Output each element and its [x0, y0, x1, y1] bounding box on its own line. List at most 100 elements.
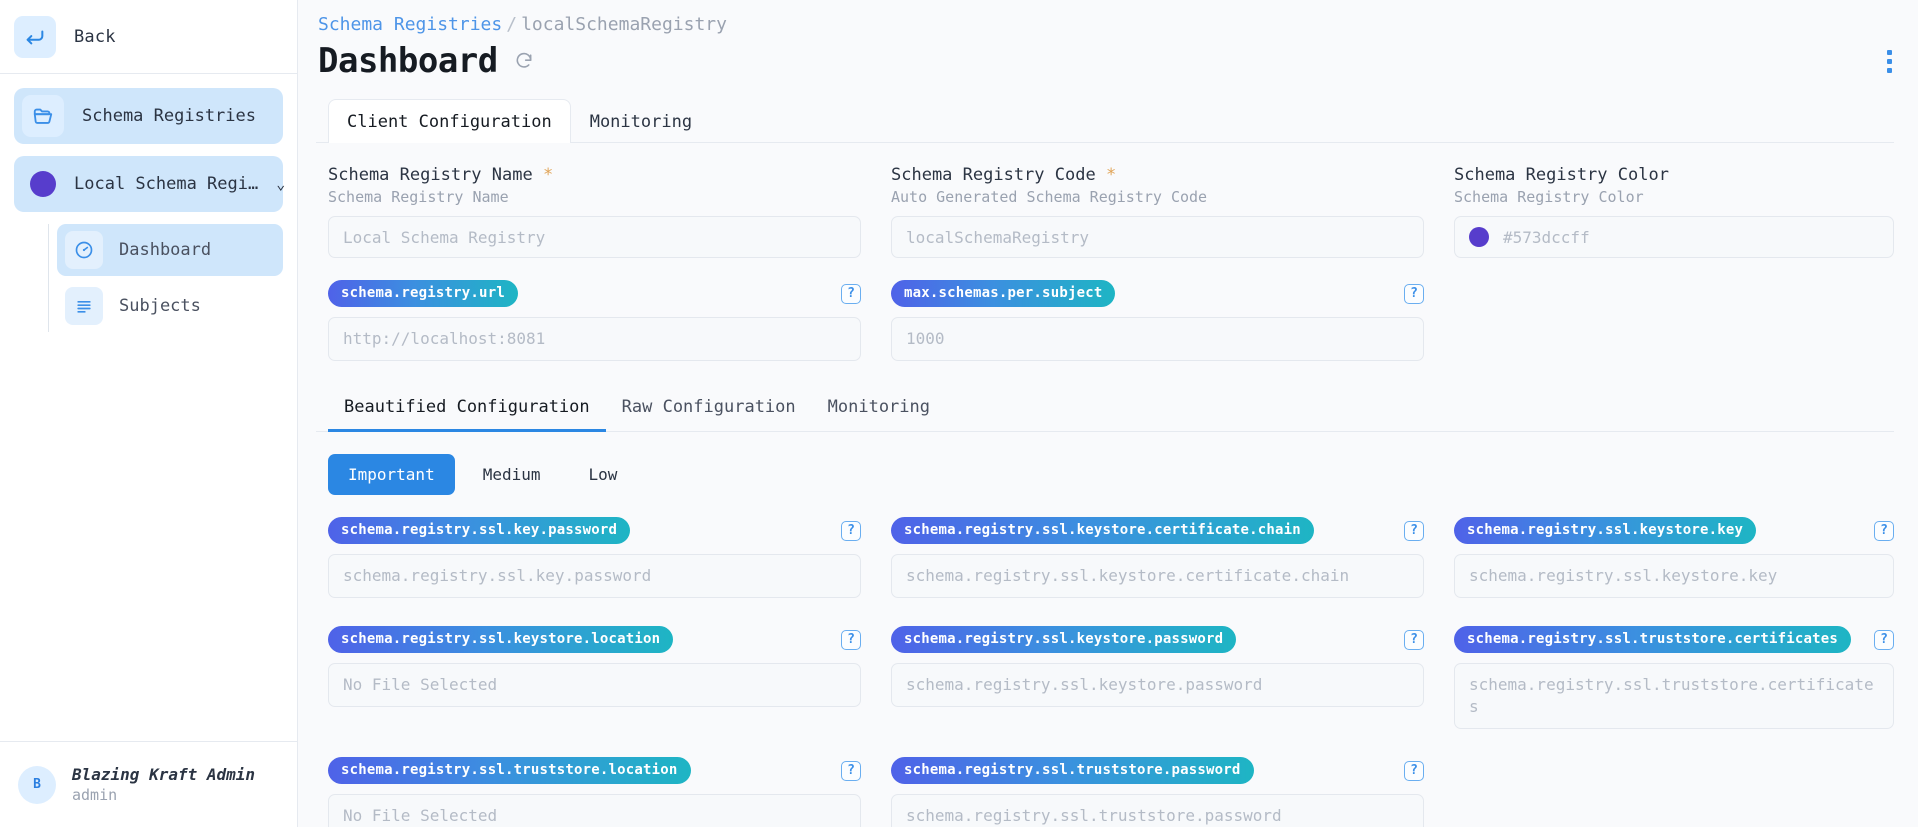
color-value: #573dccff — [1503, 227, 1590, 247]
config-key-badge: schema.registry.ssl.truststore.certifica… — [1454, 626, 1852, 653]
chevron-down-icon[interactable]: ⌄ — [276, 175, 285, 193]
config-item-ssl-truststore-location: schema.registry.ssl.truststore.location?… — [328, 757, 861, 827]
help-icon[interactable]: ? — [1404, 629, 1424, 650]
sidebar-nav: Schema Registries Local Schema Regi… ⌄ D… — [0, 74, 297, 336]
sidebar-item-label: Schema Registries — [82, 106, 256, 126]
severity-medium-button[interactable]: Medium — [463, 454, 561, 495]
config-key-badge: schema.registry.ssl.keystore.location — [328, 626, 674, 653]
back-label: Back — [74, 26, 116, 47]
sidebar-subitem-label: Dashboard — [119, 240, 212, 260]
config-value-input[interactable]: http://localhost:8081 — [328, 317, 861, 361]
user-name: Blazing Kraft Admin — [72, 765, 256, 784]
purple-dot-icon — [30, 171, 56, 197]
config-item-ssl-keystore-key: schema.registry.ssl.keystore.key? schema… — [1454, 517, 1894, 598]
badge-line: max.schemas.per.subject ? — [891, 280, 1424, 307]
config-key-badge: schema.registry.ssl.key.password — [328, 517, 631, 544]
gauge-icon — [65, 231, 103, 269]
color-swatch-icon — [1469, 227, 1489, 247]
help-icon[interactable]: ? — [1404, 760, 1424, 781]
breadcrumb: Schema Registries / localSchemaRegistry — [316, 14, 1894, 35]
config-value-input[interactable]: schema.registry.ssl.truststore.certifica… — [1454, 663, 1894, 729]
field-schema-registry-code: Schema Registry Code * Auto Generated Sc… — [891, 165, 1424, 258]
sidebar: Back Schema Registries Local Schema Regi… — [0, 0, 298, 827]
schema-registry-color-input[interactable]: #573dccff — [1454, 216, 1894, 258]
breadcrumb-current: localSchemaRegistry — [521, 14, 727, 35]
severity-low-button[interactable]: Low — [569, 454, 638, 495]
badge-line: schema.registry.url ? — [328, 280, 861, 307]
config-value-input[interactable]: schema.registry.ssl.truststore.password — [891, 794, 1424, 827]
field-sublabel: Schema Registry Color — [1454, 188, 1644, 206]
severity-important-button[interactable]: Important — [328, 454, 455, 495]
tab-raw-configuration[interactable]: Raw Configuration — [606, 387, 812, 432]
refresh-icon[interactable] — [514, 51, 534, 71]
help-icon[interactable]: ? — [1874, 629, 1894, 650]
registry-fields: Schema Registry Name * Schema Registry N… — [316, 143, 1894, 258]
required-marker: * — [1105, 165, 1117, 185]
tab-client-configuration[interactable]: Client Configuration — [328, 99, 571, 143]
help-icon[interactable]: ? — [1404, 283, 1424, 304]
tab-monitoring-inner[interactable]: Monitoring — [812, 387, 946, 432]
config-file-input[interactable]: No File Selected — [328, 794, 861, 827]
config-item-max-schemas-per-subject: max.schemas.per.subject ? 1000 — [891, 280, 1424, 361]
field-sublabel: Auto Generated Schema Registry Code — [891, 188, 1208, 206]
config-key-badge: max.schemas.per.subject — [891, 280, 1116, 307]
sidebar-registry-label: Local Schema Regi… — [74, 174, 259, 194]
field-label: Schema Registry Name * — [328, 165, 554, 185]
back-button[interactable]: Back — [0, 0, 297, 74]
help-icon[interactable]: ? — [1874, 520, 1894, 541]
config-item-ssl-keystore-certificate-chain: schema.registry.ssl.keystore.certificate… — [891, 517, 1424, 598]
app-root: Back Schema Registries Local Schema Regi… — [0, 0, 1918, 827]
help-icon[interactable]: ? — [1404, 520, 1424, 541]
sidebar-subnav: Dashboard Subjects — [48, 224, 283, 332]
config-item-ssl-keystore-password: schema.registry.ssl.keystore.password? s… — [891, 626, 1424, 729]
config-key-badge: schema.registry.url — [328, 280, 518, 307]
help-icon[interactable]: ? — [841, 760, 861, 781]
config-grid: schema.registry.ssl.key.password? schema… — [316, 495, 1894, 827]
config-key-badge: schema.registry.ssl.truststore.location — [328, 757, 691, 784]
avatar: B — [18, 765, 56, 804]
kebab-menu-icon[interactable] — [1887, 50, 1892, 73]
breadcrumb-separator: / — [506, 14, 518, 35]
config-value-input[interactable]: schema.registry.ssl.keystore.certificate… — [891, 554, 1424, 598]
sidebar-item-schema-registries[interactable]: Schema Registries — [14, 88, 283, 144]
field-sublabel: Schema Registry Name — [328, 188, 509, 206]
config-value-input[interactable]: schema.registry.ssl.key.password — [328, 554, 861, 598]
config-item-ssl-keystore-location: schema.registry.ssl.keystore.location? N… — [328, 626, 861, 729]
config-item-ssl-key-password: schema.registry.ssl.key.password? schema… — [328, 517, 861, 598]
inner-tabs: Beautified Configuration Raw Configurati… — [316, 387, 1894, 432]
config-file-input[interactable]: No File Selected — [328, 663, 861, 707]
field-label: Schema Registry Code * — [891, 165, 1117, 185]
sidebar-item-dashboard[interactable]: Dashboard — [57, 224, 283, 276]
config-value-input[interactable]: 1000 — [891, 317, 1424, 361]
config-value-input[interactable]: schema.registry.ssl.keystore.password — [891, 663, 1424, 707]
sidebar-subitem-label: Subjects — [119, 296, 201, 316]
config-value-input[interactable]: schema.registry.ssl.keystore.key — [1454, 554, 1894, 598]
field-schema-registry-name: Schema Registry Name * Schema Registry N… — [328, 165, 861, 258]
help-icon[interactable]: ? — [841, 283, 861, 304]
schema-registry-name-input[interactable]: Local Schema Registry — [328, 216, 861, 258]
top-config-grid: schema.registry.url ? http://localhost:8… — [316, 258, 1894, 361]
help-icon[interactable]: ? — [841, 520, 861, 541]
help-icon[interactable]: ? — [841, 629, 861, 650]
sidebar-item-local-schema-registry[interactable]: Local Schema Regi… ⌄ — [14, 156, 285, 212]
schema-registry-code-input[interactable]: localSchemaRegistry — [891, 216, 1424, 258]
top-tabs: Client Configuration Monitoring — [316, 99, 1894, 143]
field-schema-registry-color: Schema Registry Color Schema Registry Co… — [1454, 165, 1894, 258]
user-profile[interactable]: B Blazing Kraft Admin admin — [0, 741, 297, 827]
required-marker: * — [542, 165, 554, 185]
arrow-left-icon — [14, 15, 56, 58]
config-item-schema-registry-url: schema.registry.url ? http://localhost:8… — [328, 280, 861, 361]
config-key-badge: schema.registry.ssl.keystore.certificate… — [891, 517, 1314, 544]
config-key-badge: schema.registry.ssl.truststore.password — [891, 757, 1254, 784]
tab-monitoring[interactable]: Monitoring — [571, 99, 711, 143]
severity-filter: Important Medium Low — [316, 432, 1894, 495]
config-item-ssl-truststore-certificates: schema.registry.ssl.truststore.certifica… — [1454, 626, 1894, 729]
config-key-badge: schema.registry.ssl.keystore.key — [1454, 517, 1757, 544]
user-role: admin — [72, 786, 118, 804]
config-item-ssl-truststore-password: schema.registry.ssl.truststore.password?… — [891, 757, 1424, 827]
sidebar-item-subjects[interactable]: Subjects — [57, 280, 283, 332]
breadcrumb-root-link[interactable]: Schema Registries — [318, 14, 502, 35]
list-icon — [65, 287, 103, 325]
page-title: Dashboard — [318, 41, 498, 81]
tab-beautified-configuration[interactable]: Beautified Configuration — [328, 387, 606, 432]
